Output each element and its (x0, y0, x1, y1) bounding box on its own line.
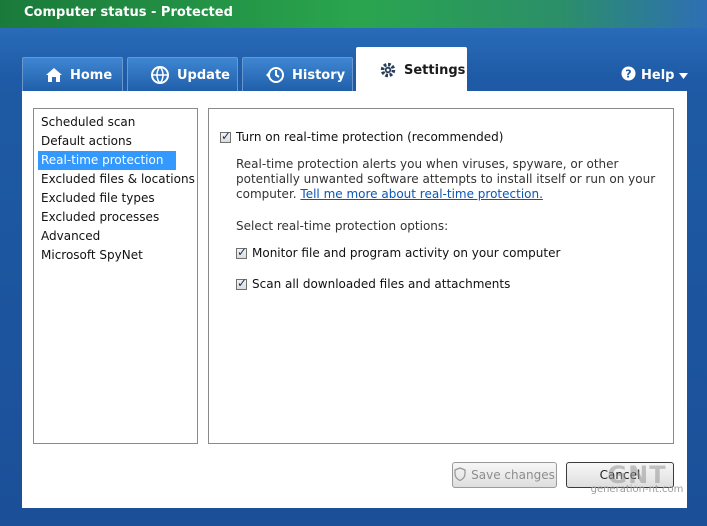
learn-more-link[interactable]: Tell me more about real-time protection. (300, 187, 543, 201)
globe-update-icon (150, 65, 170, 85)
save-changes-button[interactable]: Save changes (452, 462, 557, 488)
sidebar-item-excluded-processes[interactable]: Excluded processes (38, 208, 162, 227)
tab-label: Settings (404, 62, 466, 78)
window-title: Computer status - Protected (24, 5, 233, 20)
tab-history[interactable]: History (242, 57, 353, 92)
shield-icon (454, 466, 466, 484)
app-window: Computer status - Protected Home Update … (0, 0, 707, 526)
sidebar-item-scheduled-scan[interactable]: Scheduled scan (38, 113, 138, 132)
tab-update[interactable]: Update (127, 57, 238, 92)
sidebar-item-excluded-file-types[interactable]: Excluded file types (38, 189, 158, 208)
sidebar-item-microsoft-spynet[interactable]: Microsoft SpyNet (38, 246, 146, 265)
tab-label: History (292, 67, 346, 83)
sidebar-item-real-time-protection[interactable]: Real-time protection (38, 151, 176, 170)
monitor-activity-checkbox[interactable]: ✓ (236, 245, 248, 259)
gear-icon (379, 61, 397, 79)
svg-text:?: ? (625, 68, 631, 81)
clock-history-icon (265, 65, 285, 85)
save-changes-label: Save changes (471, 468, 555, 482)
tab-label: Home (70, 67, 113, 83)
settings-sidebar: Scheduled scan Default actions Real-time… (33, 108, 198, 444)
settings-panel: ✓ Turn on real-time protection (recommen… (208, 108, 674, 444)
watermark: GNT generation-nt.com (585, 463, 689, 495)
sidebar-item-advanced[interactable]: Advanced (38, 227, 103, 246)
scan-downloads-label: Scan all downloaded files and attachment… (252, 277, 511, 291)
checkmark-icon: ✓ (237, 276, 248, 290)
help-menu[interactable]: ? Help (621, 66, 689, 85)
tab-settings[interactable]: Settings (356, 47, 467, 92)
home-icon (45, 67, 63, 83)
description-text: Real-time protection alerts you when vir… (236, 157, 656, 202)
settings-content: Scheduled scan Default actions Real-time… (22, 91, 687, 508)
title-bar: Computer status - Protected (0, 0, 707, 28)
options-heading: Select real-time protection options: (236, 219, 449, 233)
monitor-activity-label: Monitor file and program activity on you… (252, 246, 561, 260)
chevron-down-icon (679, 68, 689, 83)
real-time-protection-checkbox[interactable]: ✓ (220, 129, 232, 143)
checkmark-icon: ✓ (221, 129, 232, 143)
sidebar-item-excluded-files[interactable]: Excluded files & locations (38, 170, 198, 189)
tab-label: Update (177, 67, 230, 83)
tab-home[interactable]: Home (22, 57, 123, 92)
real-time-protection-label: Turn on real-time protection (recommende… (236, 130, 504, 144)
scan-downloads-checkbox[interactable]: ✓ (236, 276, 248, 290)
watermark-site: generation-nt.com (590, 484, 684, 495)
help-icon: ? (621, 66, 636, 85)
help-label: Help (641, 68, 675, 83)
checkmark-icon: ✓ (237, 245, 248, 259)
sidebar-item-default-actions[interactable]: Default actions (38, 132, 135, 151)
